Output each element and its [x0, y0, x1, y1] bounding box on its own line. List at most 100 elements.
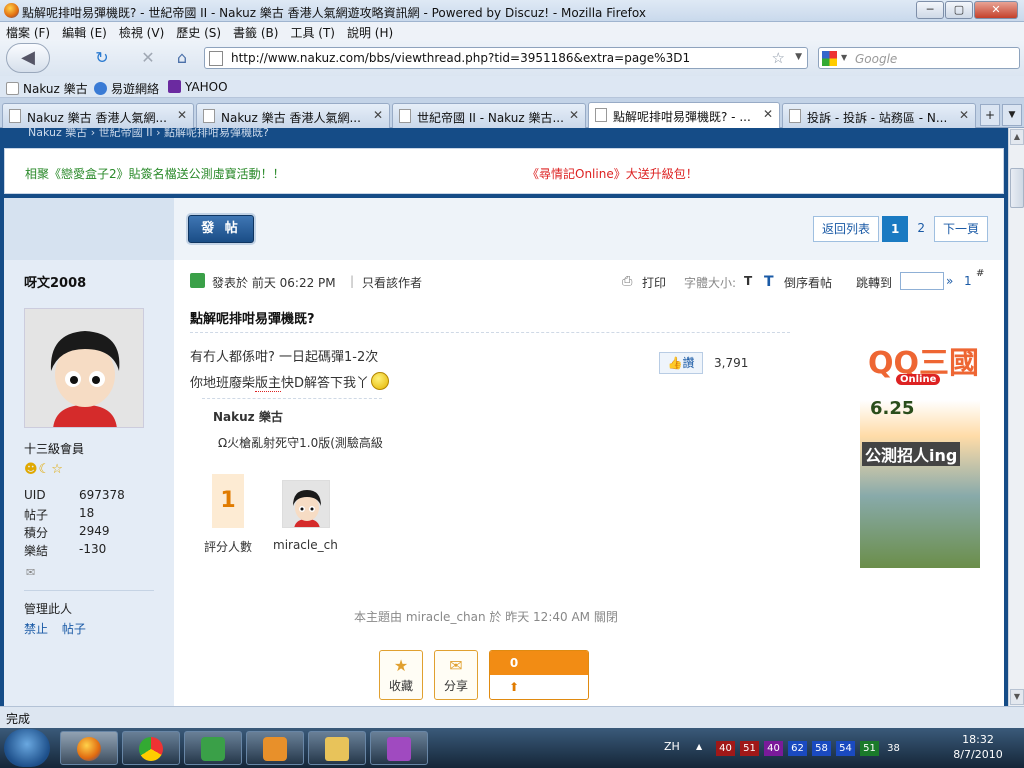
tab-2[interactable]: Nakuz 樂古 香港人氣網... ✕ [196, 103, 390, 128]
tab-5[interactable]: 投訴 - 投訴 - 站務區 - N... ✕ [782, 103, 976, 128]
print-link[interactable]: 打印 [642, 274, 666, 291]
scroll-down-icon[interactable]: ▼ [1010, 689, 1024, 705]
new-tab-icon[interactable]: + [980, 104, 1000, 126]
window-controls: ─ ▢ ✕ [915, 1, 1018, 19]
menu-tools[interactable]: 工具 (T) [284, 22, 341, 41]
only-author-link[interactable]: 只看該作者 [362, 274, 422, 291]
rater-name[interactable]: miracle_ch [273, 538, 338, 552]
stat-posts: 帖子 18 [24, 506, 95, 522]
user-rank: 十三級會員 [24, 442, 85, 456]
language-indicator[interactable]: ZH [664, 740, 680, 753]
like-button[interactable]: 👍讚 [659, 352, 703, 374]
menu-edit[interactable]: 編輯 (E) [56, 22, 113, 41]
message-icon[interactable]: ✉ [26, 566, 35, 579]
taskbar-media[interactable] [246, 731, 304, 765]
tab-3[interactable]: 世紀帝國 II - Nakuz 樂古... ✕ [392, 103, 586, 128]
bookmark-yiyou[interactable]: 易遊網絡 [94, 80, 159, 97]
home-icon[interactable]: ⌂ [172, 48, 192, 68]
menu-history[interactable]: 歷史 (S) [170, 22, 227, 41]
tray-badge-1[interactable]: 40 [716, 741, 735, 756]
tray-badge-7[interactable]: 51 [860, 741, 879, 756]
page-1-link[interactable]: 1 [881, 216, 909, 242]
scroll-up-icon[interactable]: ▲ [1010, 129, 1024, 145]
menu-file[interactable]: 檔案 (F) [0, 22, 56, 41]
menu-help[interactable]: 說明 (H) [341, 22, 399, 41]
tray-badge-6[interactable]: 54 [836, 741, 855, 756]
jump-input[interactable] [900, 272, 944, 290]
close-tab-icon[interactable]: ✕ [959, 108, 969, 122]
print-icon[interactable]: ⎙ [622, 274, 632, 289]
app-icon [387, 737, 411, 761]
avatar[interactable] [24, 308, 144, 428]
sidebar-divider [24, 590, 154, 591]
tab-1[interactable]: Nakuz 樂古 香港人氣網... ✕ [2, 103, 194, 128]
tray-badge-3[interactable]: 40 [764, 741, 783, 756]
url-text[interactable]: http://www.nakuz.com/bbs/viewthread.php?… [231, 51, 690, 65]
bookmark-star-icon[interactable]: ☆ [772, 49, 785, 67]
menu-bookmarks[interactable]: 書籤 (B) [227, 22, 284, 41]
tray-badge-8[interactable]: 38 [884, 741, 903, 756]
close-button[interactable]: ✕ [974, 1, 1018, 19]
taskbar-firefox[interactable] [60, 731, 118, 765]
clock-date: 8/7/2010 [953, 748, 1003, 761]
close-tab-icon[interactable]: ✕ [569, 108, 579, 122]
tray-badge-4[interactable]: 62 [788, 741, 807, 756]
notice-link-left[interactable]: 相聚《戀愛盒子2》貼簽名檔送公測虛寶活動！！ [25, 165, 285, 182]
tab-label: 世紀帝國 II - Nakuz 樂古... [417, 111, 563, 125]
bookmark-yahoo[interactable]: YAHOO [168, 80, 228, 94]
back-button[interactable]: ◀ [6, 43, 50, 73]
vote-box: 0 0 ⬆支持 ⬇反對 [489, 650, 589, 700]
user-posts-link[interactable]: 帖子 [62, 622, 86, 636]
search-engine-dropdown-icon[interactable]: ▼ [841, 53, 847, 62]
notice-link-right[interactable]: 《尋情記Online》大送升級包！ [527, 165, 698, 182]
taskbar-app[interactable] [370, 731, 428, 765]
google-icon[interactable] [822, 51, 837, 66]
tray-badge-5[interactable]: 58 [812, 741, 831, 756]
reverse-order-icon[interactable]: T [764, 274, 774, 290]
vertical-scrollbar[interactable]: ▲ ▼ [1008, 128, 1024, 706]
share-button[interactable]: ✉ 分享 [434, 650, 478, 700]
next-page-link[interactable]: 下一頁 [933, 216, 988, 242]
show-hidden-icons-icon[interactable]: ▲ [696, 742, 702, 751]
start-button[interactable] [4, 729, 50, 767]
title-divider [190, 332, 790, 333]
floor-number[interactable]: 1 [964, 274, 972, 288]
online-status-icon [190, 273, 205, 288]
signature-divider [202, 398, 382, 399]
reload-icon[interactable]: ↻ [92, 48, 112, 68]
tab-label: 投訴 - 投訴 - 站務區 - N... [807, 111, 948, 125]
username[interactable]: 呀文2008 [24, 272, 86, 291]
ad-banner[interactable]: QQ三國 Online 6.25 公測招人ing [860, 328, 980, 568]
new-post-button[interactable]: 發 帖 [188, 215, 254, 243]
rater-avatar[interactable] [282, 480, 330, 528]
close-tab-icon[interactable]: ✕ [763, 107, 773, 121]
minimize-button[interactable]: ─ [916, 1, 944, 19]
scroll-thumb[interactable] [1010, 168, 1024, 208]
bookmark-nakuz[interactable]: Nakuz 樂古 [6, 80, 88, 97]
clock[interactable]: 18:32 8/7/2010 [946, 732, 1010, 762]
font-size-toggle[interactable]: T [744, 274, 752, 288]
close-tab-icon[interactable]: ✕ [373, 108, 383, 122]
ban-link[interactable]: 禁止 [24, 622, 48, 636]
tab-4-active[interactable]: 點解呢排咁易彈機既? - ... ✕ [588, 102, 780, 129]
back-to-list-link[interactable]: 返回列表 [812, 216, 879, 242]
support-button[interactable]: ⬆支持 [490, 675, 538, 699]
stop-icon[interactable]: ✕ [138, 48, 158, 68]
close-tab-icon[interactable]: ✕ [177, 108, 187, 122]
taskbar-chrome[interactable] [122, 731, 180, 765]
reverse-order-link[interactable]: 倒序看帖 [784, 274, 832, 291]
signature-text[interactable]: Ω火槍亂射死守1.0版(測驗高級 [218, 434, 388, 451]
signature-title[interactable]: Nakuz 樂古 [213, 408, 283, 425]
tray-badge-2[interactable]: 51 [740, 741, 759, 756]
taskbar-messenger[interactable] [184, 731, 242, 765]
page-2-link[interactable]: 2 [911, 216, 931, 242]
jump-go[interactable]: » [946, 274, 953, 288]
url-dropdown-icon[interactable]: ▼ [795, 52, 802, 62]
taskbar-explorer[interactable] [308, 731, 366, 765]
address-bar[interactable]: http://www.nakuz.com/bbs/viewthread.php?… [204, 47, 808, 69]
search-box[interactable]: ▼ Google [818, 47, 1020, 69]
favorite-button[interactable]: ★ 收藏 [379, 650, 423, 700]
list-tabs-icon[interactable]: ▼ [1002, 104, 1022, 126]
menu-view[interactable]: 檢視 (V) [113, 22, 170, 41]
maximize-button[interactable]: ▢ [945, 1, 973, 19]
